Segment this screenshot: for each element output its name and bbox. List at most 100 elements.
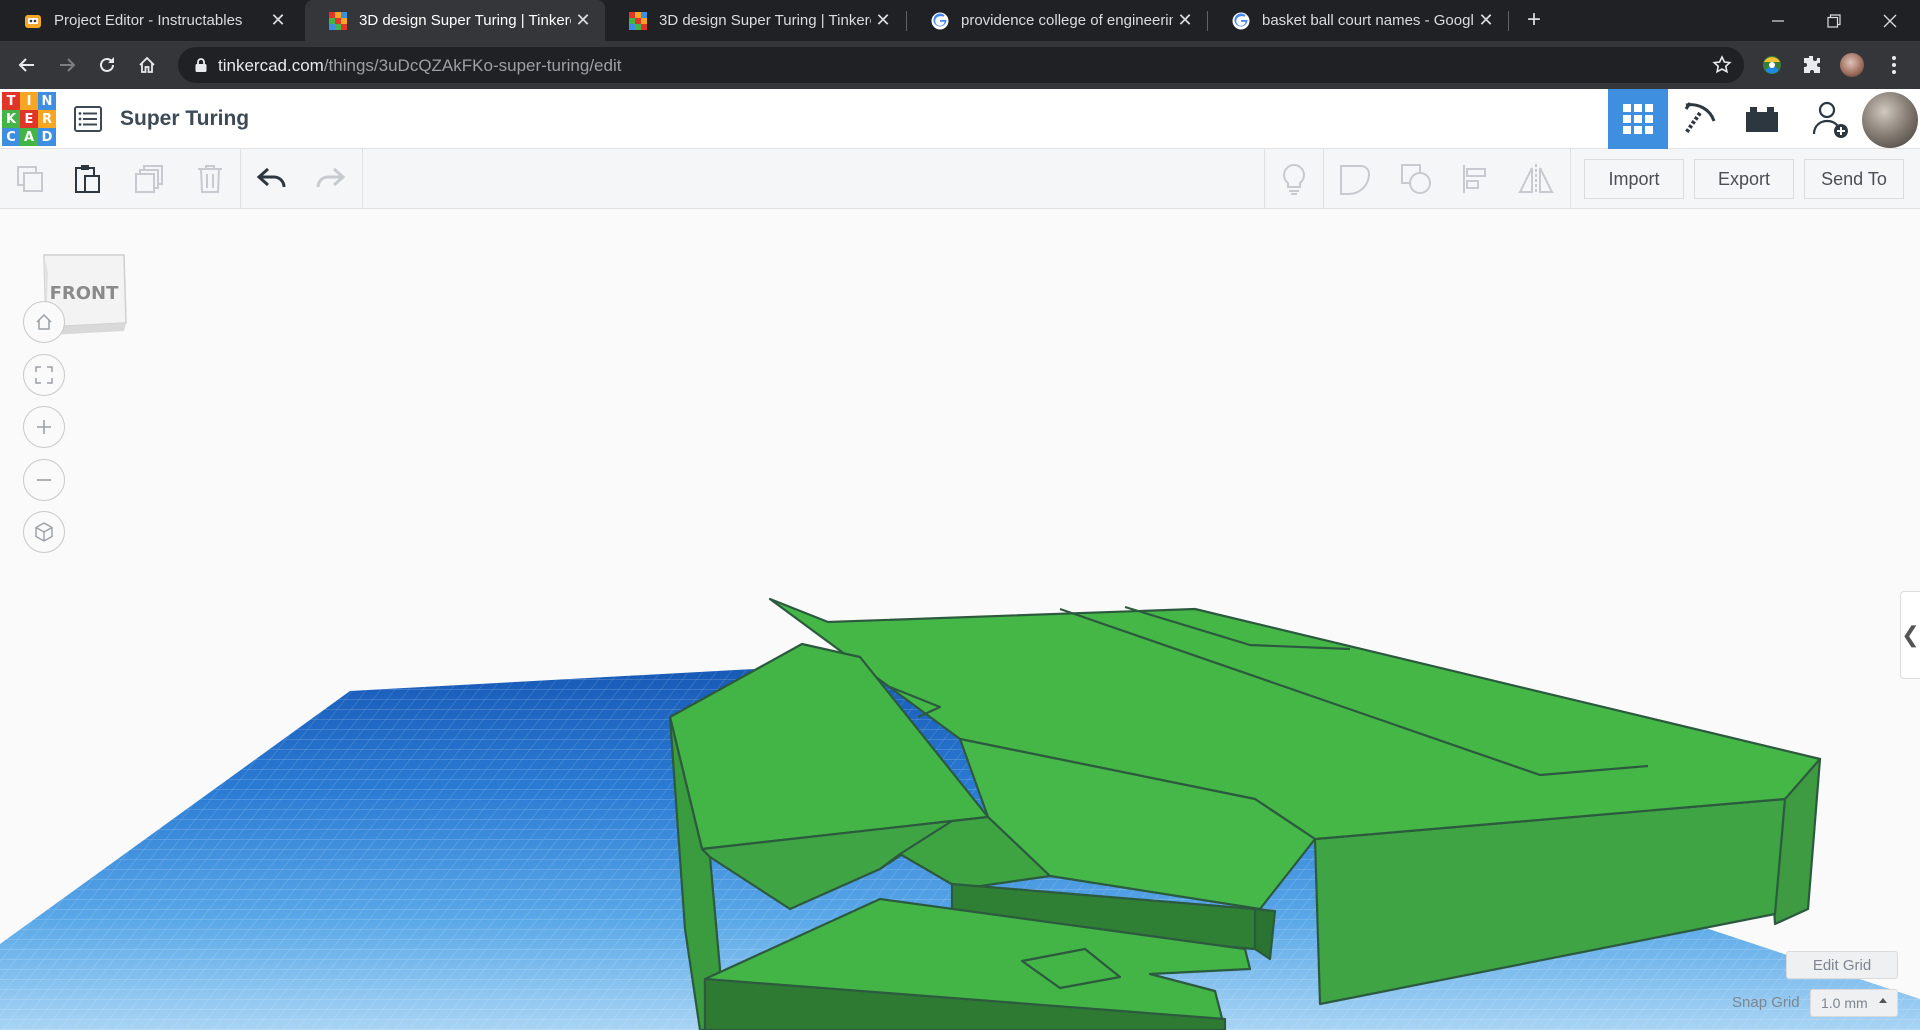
mirror-flip-icon [1518, 164, 1554, 194]
chevron-left-icon: ❮ [1901, 622, 1920, 647]
bookmark-star-icon[interactable] [1712, 55, 1732, 75]
tab-tinkercad-super-turing[interactable]: 3D design Super Turing | Tinkercad ✕ [605, 0, 905, 41]
close-window-icon[interactable] [1862, 0, 1918, 41]
home-icon [36, 313, 52, 330]
extensions-puzzle-icon[interactable] [1800, 53, 1824, 77]
designs-list-menu-icon[interactable] [74, 106, 102, 132]
address-bar[interactable]: tinkercad.com/things/3uDcQZAkFKo-super-t… [178, 47, 1744, 83]
minimize-window-icon[interactable] [1750, 0, 1806, 41]
redo-arrow-icon [316, 167, 346, 188]
user-avatar[interactable] [1862, 92, 1918, 148]
tab-title: providence college of engineering [961, 12, 1173, 29]
mirror-button[interactable] [1516, 159, 1556, 199]
redo-button[interactable] [310, 159, 350, 199]
notes-lightbulb-button[interactable] [1274, 159, 1314, 199]
send-to-button[interactable]: Send To [1804, 159, 1904, 199]
copy-button[interactable] [10, 159, 50, 199]
logo-letter: C [2, 128, 20, 146]
url-text: tinkercad.com/things/3uDcQZAkFKo-super-t… [218, 56, 622, 75]
forward-arrow-icon[interactable] [52, 50, 82, 80]
ungroup-shapes-icon [1401, 164, 1431, 194]
tab-tinkercad-super-turing-active[interactable]: 3D design Super Turing | Tinkercad ✕ [305, 0, 605, 41]
tab-title: 3D design Super Turing | Tinkercad [659, 12, 871, 29]
profile-avatar-icon[interactable] [1840, 53, 1864, 77]
logo-letter: T [2, 92, 20, 110]
instructables-robot-icon [25, 14, 41, 28]
align-button[interactable] [1456, 159, 1496, 199]
3d-view-grid-button[interactable] [1608, 89, 1668, 149]
caret-up-icon [1879, 998, 1887, 1003]
google-g-icon [931, 12, 949, 29]
browser-toolbar: tinkercad.com/things/3uDcQZAkFKo-super-t… [0, 41, 1920, 89]
tab-basketball-court-search[interactable]: basket ball court names - Google ✕ [1208, 0, 1508, 41]
reload-icon[interactable] [92, 50, 122, 80]
close-tab-icon[interactable]: ✕ [1474, 10, 1498, 31]
clipboard-paste-icon [75, 165, 100, 193]
fit-view-button[interactable] [23, 354, 65, 396]
toolbar-separator [1323, 149, 1324, 209]
perspective-toggle-button[interactable] [23, 511, 65, 553]
google-g-icon [1232, 12, 1250, 29]
logo-letter: R [38, 110, 56, 128]
edit-grid-button[interactable]: Edit Grid [1786, 951, 1898, 979]
lock-icon [195, 58, 207, 72]
lightbulb-icon [1283, 163, 1305, 195]
tab-separator [1508, 11, 1509, 31]
snap-grid-label: Snap Grid [1732, 994, 1800, 1011]
3d-workspace-canvas[interactable]: FRONT ❮ Edit Grid Snap Grid 1.0 mm [0, 209, 1920, 1030]
close-tab-icon[interactable]: ✕ [266, 10, 290, 31]
toolbar-separator [1570, 149, 1571, 209]
logo-letter: N [38, 92, 56, 110]
trash-icon [198, 165, 222, 193]
invite-user-button[interactable] [1800, 89, 1860, 149]
design-title[interactable]: Super Turing [120, 107, 249, 131]
logo-letter: D [38, 128, 56, 146]
ungroup-button[interactable] [1396, 159, 1436, 199]
undo-button[interactable] [252, 159, 292, 199]
tinkercad-logo-icon [329, 11, 347, 30]
group-button[interactable] [1334, 159, 1374, 199]
tab-project-editor-instructables[interactable]: Project Editor - Instructables ✕ [0, 0, 300, 41]
blocks-pickaxe-button[interactable] [1670, 89, 1730, 149]
brick-icon [1746, 107, 1778, 132]
zoom-in-button[interactable] [23, 406, 65, 448]
shapes-panel-toggle[interactable]: ❮ [1900, 591, 1920, 679]
back-arrow-icon[interactable] [12, 50, 42, 80]
delete-button[interactable] [190, 159, 230, 199]
bricks-view-button[interactable] [1732, 89, 1792, 149]
fit-to-view-icon [35, 366, 53, 384]
zoom-in-plus-icon [37, 420, 51, 434]
zoom-out-minus-icon [37, 479, 51, 481]
logo-letter: K [2, 110, 20, 128]
import-button[interactable]: Import [1584, 159, 1684, 199]
add-user-icon [1812, 101, 1848, 138]
export-button[interactable]: Export [1694, 159, 1794, 199]
home-icon[interactable] [132, 50, 162, 80]
duplicate-button[interactable] [130, 159, 170, 199]
3d-scene[interactable] [0, 209, 1920, 1030]
home-view-button[interactable] [23, 301, 65, 343]
copy-icon [17, 166, 43, 192]
duplicate-icon [135, 165, 163, 193]
close-tab-icon[interactable]: ✕ [571, 10, 595, 31]
toolbar-separator [362, 149, 363, 209]
logo-letter: A [20, 128, 38, 146]
close-tab-icon[interactable]: ✕ [1173, 10, 1197, 31]
grid-view-icon [1623, 104, 1653, 134]
snap-grid-select[interactable]: 1.0 mm [1810, 989, 1898, 1017]
restore-window-icon[interactable] [1806, 0, 1862, 41]
close-tab-icon[interactable]: ✕ [871, 10, 895, 31]
colorful-extension-icon[interactable] [1760, 53, 1784, 77]
tinkercad-header: T I N K E R C A D Super Turing [0, 89, 1920, 149]
tab-title: 3D design Super Turing | Tinkercad [359, 12, 571, 29]
browser-menu-dots-icon[interactable] [1882, 53, 1906, 77]
undo-arrow-icon [256, 167, 286, 188]
new-tab-plus-icon[interactable]: + [1520, 6, 1548, 34]
pickaxe-icon [1684, 102, 1716, 135]
zoom-out-button[interactable] [23, 459, 65, 501]
browser-tab-strip: Project Editor - Instructables ✕ 3D desi… [0, 0, 1920, 41]
perspective-cube-icon [35, 522, 53, 542]
tab-providence-college-search[interactable]: providence college of engineering ✕ [907, 0, 1207, 41]
paste-button[interactable] [68, 159, 108, 199]
tinkercad-logo[interactable]: T I N K E R C A D [2, 92, 56, 146]
